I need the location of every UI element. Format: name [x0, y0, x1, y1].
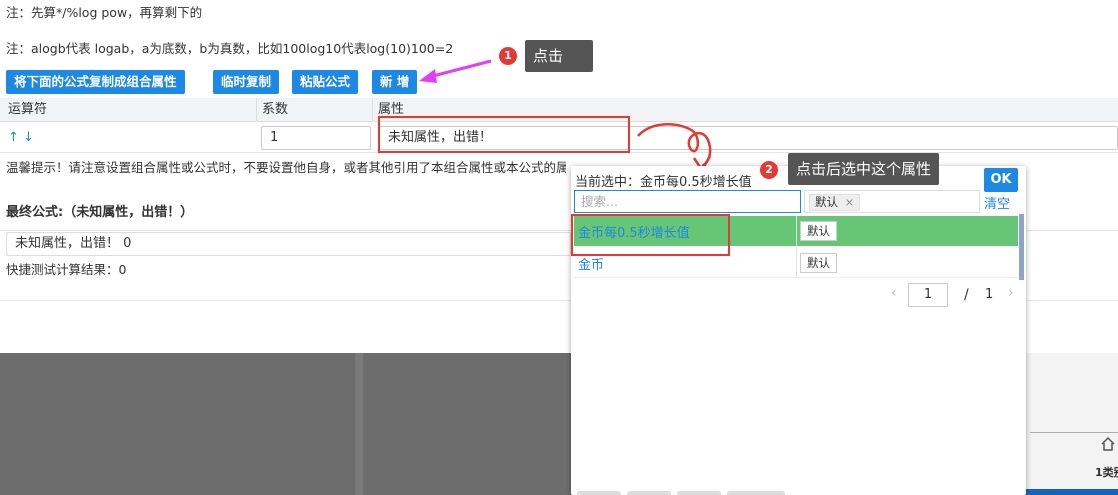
- header-operator: 运算符: [8, 102, 48, 117]
- bottom-button[interactable]: [627, 491, 671, 495]
- category-label: 1类别: [1095, 466, 1118, 479]
- list-item-tag: 默认: [800, 221, 837, 241]
- list-divider: [796, 216, 797, 246]
- note-log-explanation: 注：alogb代表 logab，a为底数，b为真数，比如100log10代表lo…: [6, 41, 454, 56]
- list-item-tag: 默认: [800, 253, 837, 273]
- right-panel-divider: [1030, 432, 1118, 433]
- home-icon: [1100, 436, 1116, 452]
- tag-chip-label: 默认: [815, 195, 838, 209]
- bottom-button[interactable]: [727, 491, 785, 495]
- search-input[interactable]: 搜索...: [574, 190, 801, 213]
- final-formula-value: 未知属性，出错！ 0: [6, 232, 571, 256]
- header-divider: [256, 98, 257, 122]
- prev-page-icon[interactable]: ‹: [891, 285, 897, 301]
- list-scrollbar[interactable]: [1019, 214, 1024, 280]
- note-calc-order: 注：先算*/%log pow，再算剩下的: [6, 5, 203, 20]
- attribute-highlight-box: [378, 116, 630, 153]
- step1-arrow: [419, 59, 492, 83]
- step2-badge: 2: [760, 161, 778, 179]
- tag-chip: 默认 ×: [809, 194, 861, 211]
- coefficient-input[interactable]: 1: [261, 126, 371, 150]
- selected-item-highlight-box: [571, 214, 730, 256]
- header-coefficient: 系数: [262, 102, 289, 117]
- page-total: 1: [985, 287, 994, 302]
- bottom-button[interactable]: [677, 491, 721, 495]
- right-panel-bar: [1026, 489, 1118, 495]
- list-item-name[interactable]: 金币: [578, 254, 604, 273]
- warning-hint: 温馨提示！请注意设置组合属性或公式时，不要设置他自身，或者其他引用了本组合属性或…: [6, 160, 566, 175]
- quick-test-result: 快捷测试计算结果：0: [6, 262, 127, 277]
- reorder-arrows[interactable]: ↑ ↓: [8, 130, 34, 145]
- step2-tooltip: 点击后选中这个属性: [788, 153, 940, 185]
- page-input[interactable]: 1: [908, 283, 948, 307]
- bottom-button[interactable]: [577, 491, 621, 495]
- current-selection-label: 当前选中：金币每0.5秒增长值: [575, 175, 752, 190]
- step1-tooltip: 点击: [525, 40, 593, 72]
- add-button[interactable]: 新 增: [372, 70, 418, 94]
- next-page-icon[interactable]: ›: [1008, 285, 1014, 301]
- ok-button[interactable]: OK: [984, 168, 1018, 192]
- tag-remove-icon[interactable]: ×: [845, 195, 855, 209]
- copy-as-combined-attribute-button[interactable]: 将下面的公式复制成组合属性: [6, 70, 185, 94]
- overlay-strip: [355, 353, 363, 495]
- tag-filter[interactable]: 默认 ×: [804, 190, 980, 213]
- final-formula-label: 最终公式:（未知属性，出错！）: [6, 205, 194, 220]
- temp-copy-button[interactable]: 临时复制: [213, 70, 280, 94]
- clear-link[interactable]: 清空: [984, 193, 1010, 212]
- page-separator: /: [964, 287, 969, 303]
- paste-formula-button[interactable]: 粘贴公式: [292, 70, 359, 94]
- step1-badge: 1: [499, 47, 517, 65]
- list-divider: [796, 248, 797, 278]
- header-divider: [372, 98, 373, 122]
